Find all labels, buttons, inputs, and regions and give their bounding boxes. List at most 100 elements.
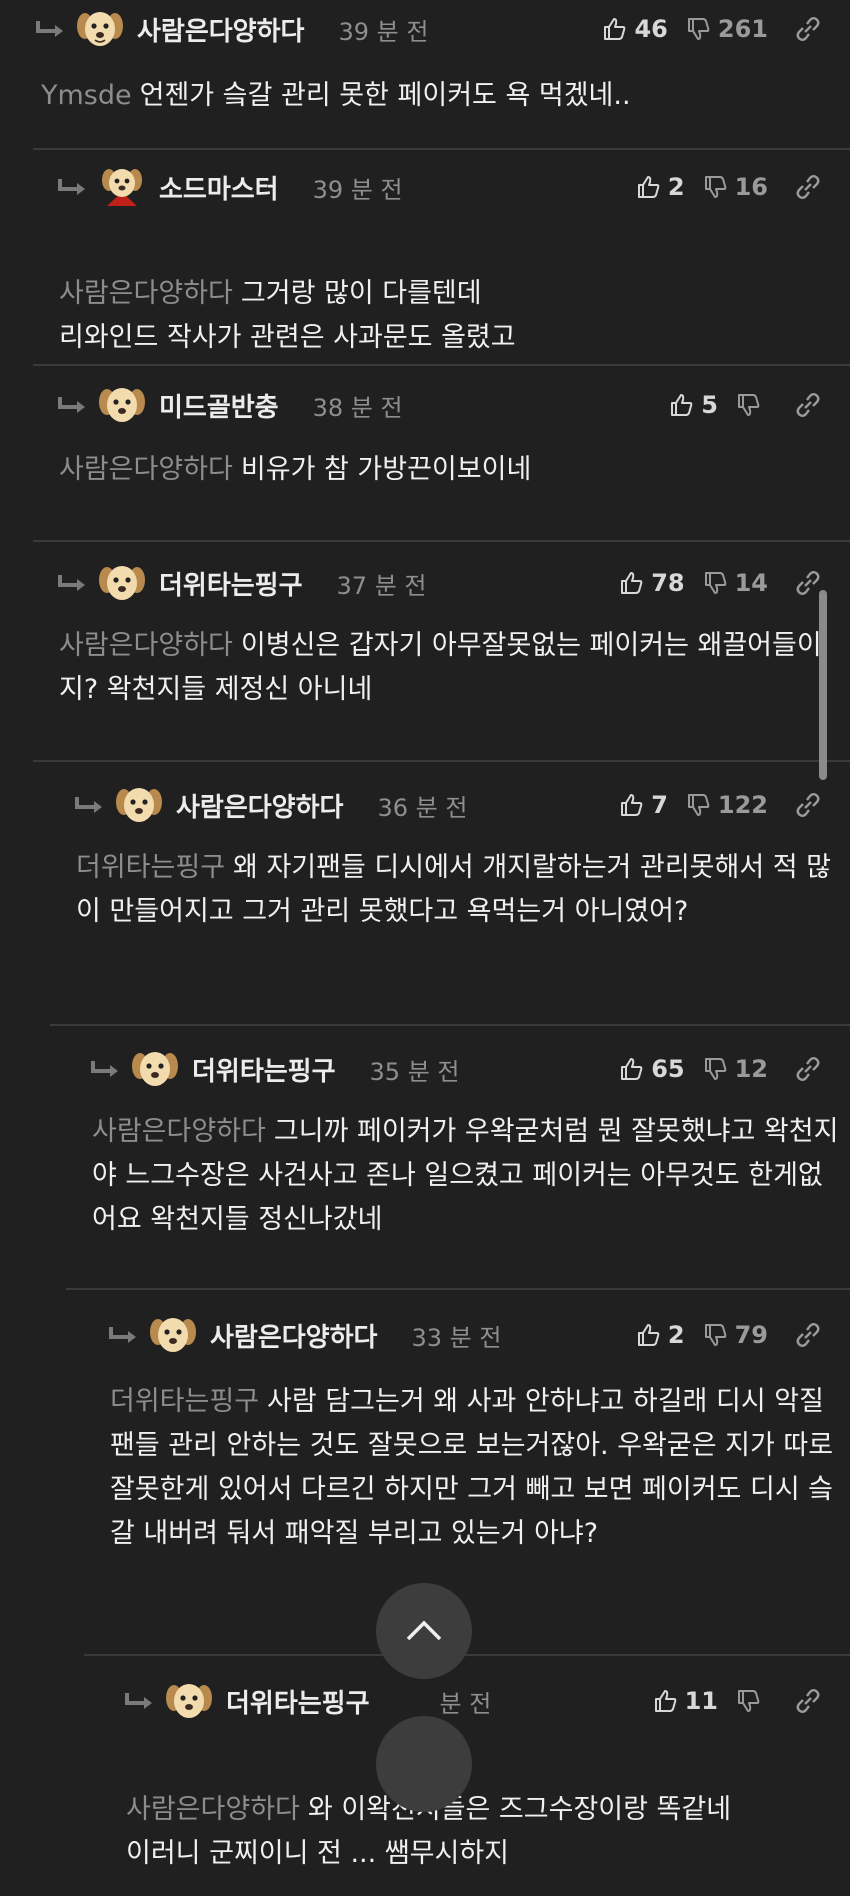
thumbs-down-icon xyxy=(704,1058,726,1080)
puppy-icon[interactable] xyxy=(130,1044,180,1094)
comment-body: 사람은다양하다 이병신은 갑자기 아무잘못없는 페이커는 왜끌어들이지? 왁천지들… xyxy=(33,614,850,732)
link-icon[interactable] xyxy=(794,391,822,419)
puppy-icon[interactable] xyxy=(148,1310,198,1360)
link-icon[interactable] xyxy=(794,1055,822,1083)
like-button[interactable]: 2 xyxy=(636,1321,685,1349)
like-button[interactable]: 78 xyxy=(619,569,685,597)
reply-arrow-icon xyxy=(55,570,89,596)
comment-time: 분 전 xyxy=(439,1689,492,1718)
like-count: 5 xyxy=(701,391,718,419)
thumbs-up-icon xyxy=(637,1324,660,1346)
like-button[interactable]: 2 xyxy=(636,173,685,201)
puppy-icon[interactable] xyxy=(97,380,147,430)
reply-arrow-icon xyxy=(72,792,106,818)
thumbs-up-icon xyxy=(671,394,693,416)
like-count: 65 xyxy=(651,1055,685,1083)
comment: 사람은다양하다 36 분 전 7 122 더위타는핑구 왜 자기팬들 디시에서 개… xyxy=(50,774,850,1026)
dislike-button[interactable]: 14 xyxy=(703,569,768,597)
mention[interactable]: 사람은다양하다 xyxy=(126,1794,300,1825)
thumbs-up-icon xyxy=(637,176,660,198)
dislike-count: 261 xyxy=(717,15,768,43)
like-count: 46 xyxy=(634,15,668,43)
author-name[interactable]: 사람은다양하다 xyxy=(210,1317,377,1354)
dislike-button[interactable] xyxy=(736,392,768,418)
thumbs-up-icon xyxy=(654,1690,676,1712)
link-icon[interactable] xyxy=(794,173,822,201)
like-button[interactable]: 65 xyxy=(619,1055,685,1083)
reply-arrow-icon xyxy=(88,1056,122,1082)
mention[interactable]: 더위타는핑구 xyxy=(110,1386,259,1417)
like-button[interactable]: 11 xyxy=(653,1687,718,1715)
mention[interactable]: 사람은다양하다 xyxy=(92,1116,266,1147)
reply-arrow-icon xyxy=(55,392,89,418)
thumbs-up-icon xyxy=(621,1058,643,1080)
comment-header: 사람은다양하다 33 분 전 2 79 xyxy=(106,1304,850,1366)
thumbs-down-icon xyxy=(738,1690,760,1712)
dislike-count: 14 xyxy=(734,569,768,597)
comment-text: 비유가 참 가방끈이보이네 xyxy=(240,454,532,485)
author-name[interactable]: 더위타는핑구 xyxy=(159,565,303,602)
author-name[interactable]: 더위타는핑구 xyxy=(226,1683,370,1720)
comment-actions: 7 122 xyxy=(601,774,822,836)
thumbs-up-icon xyxy=(604,18,626,40)
dislike-count: 122 xyxy=(717,791,768,819)
comment-header: 소드마스터 39 분 전 2 16 xyxy=(55,156,850,218)
dislike-button[interactable]: 12 xyxy=(703,1055,768,1083)
dislike-button[interactable] xyxy=(736,1688,768,1714)
thumbs-down-icon xyxy=(704,176,726,198)
chevron-up-icon xyxy=(406,1620,442,1641)
comment-body: 사람은다양하다와 이왁천지들은 즈그수장이랑 똑같네 이러니 군찌이니 전 ..… xyxy=(100,1732,850,1896)
puppy-cape-icon[interactable] xyxy=(97,162,147,212)
dislike-button[interactable]: 16 xyxy=(703,173,768,201)
dislike-button[interactable]: 79 xyxy=(703,1321,768,1349)
link-icon[interactable] xyxy=(794,569,822,597)
puppy-icon[interactable] xyxy=(114,780,164,830)
floating-button[interactable] xyxy=(376,1716,472,1812)
thumbs-down-icon xyxy=(704,572,726,594)
scrollbar[interactable] xyxy=(819,590,827,780)
link-icon[interactable] xyxy=(794,791,822,819)
link-icon[interactable] xyxy=(794,15,822,43)
mention[interactable]: 사람은다양하다 xyxy=(59,630,233,661)
comment-body: 사람은다양하다 비유가 참 가방끈이보이네 xyxy=(33,436,850,512)
comment: 소드마스터 39 분 전 2 16 사람은다양하다 그거랑 많이 다를텐데 리와인… xyxy=(33,156,850,366)
scroll-top-button[interactable] xyxy=(376,1583,472,1679)
comment-body: 사람은다양하다 그니까 페이커가 우왁굳처럼 뭔 잘못했냐고 왁천지야 느그수장은… xyxy=(66,1100,850,1262)
comment-body: 더위타는핑구 사람 담그는거 왜 사과 안하냐고 하길래 디시 악질 팬들 관리 … xyxy=(84,1366,850,1576)
mention[interactable]: 더위타는핑구 xyxy=(76,852,225,883)
author-name[interactable]: 더위타는핑구 xyxy=(192,1051,336,1088)
author-name[interactable]: 사람은다양하다 xyxy=(137,11,304,48)
like-count: 78 xyxy=(651,569,685,597)
reply-arrow-icon xyxy=(33,16,67,42)
comment-actions: 11 xyxy=(635,1670,822,1732)
comment-header: 더위타는핑구 분 전 11 xyxy=(122,1670,850,1732)
comment-actions: 46 261 xyxy=(584,0,822,60)
like-button[interactable]: 7 xyxy=(619,791,668,819)
like-button[interactable]: 46 xyxy=(602,15,668,43)
comment-header: 더위타는핑구 37 분 전 78 14 xyxy=(55,552,850,614)
dislike-count: 12 xyxy=(734,1055,768,1083)
mention[interactable]: 사람은다양하다 xyxy=(59,278,233,309)
like-button[interactable]: 5 xyxy=(669,391,718,419)
comment-body: Ymsde 언젠가 슼갈 관리 못한 페이커도 욕 먹겠네.. xyxy=(33,60,850,138)
author-name[interactable]: 소드마스터 xyxy=(159,169,279,206)
comment-actions: 78 14 xyxy=(601,552,822,614)
author-name[interactable]: 미드골반충 xyxy=(159,387,279,424)
puppy-icon[interactable] xyxy=(75,4,125,54)
puppy-icon[interactable] xyxy=(164,1676,214,1726)
like-count: 2 xyxy=(667,173,685,201)
comment-header: 미드골반충 38 분 전 5 xyxy=(55,374,850,436)
link-icon[interactable] xyxy=(794,1687,822,1715)
thumbs-down-icon xyxy=(687,794,710,816)
reply-arrow-icon xyxy=(55,174,89,200)
mention[interactable]: 사람은다양하다 xyxy=(59,454,233,485)
author-name[interactable]: 사람은다양하다 xyxy=(176,787,343,824)
dislike-button[interactable]: 122 xyxy=(686,791,768,819)
puppy-icon[interactable] xyxy=(97,558,147,608)
comment-time: 35 분 전 xyxy=(369,1057,460,1086)
mention[interactable]: Ymsde xyxy=(41,80,132,111)
comment-actions: 2 79 xyxy=(618,1304,822,1366)
comment-actions: 5 xyxy=(651,374,822,436)
dislike-button[interactable]: 261 xyxy=(686,15,768,43)
link-icon[interactable] xyxy=(794,1321,822,1349)
